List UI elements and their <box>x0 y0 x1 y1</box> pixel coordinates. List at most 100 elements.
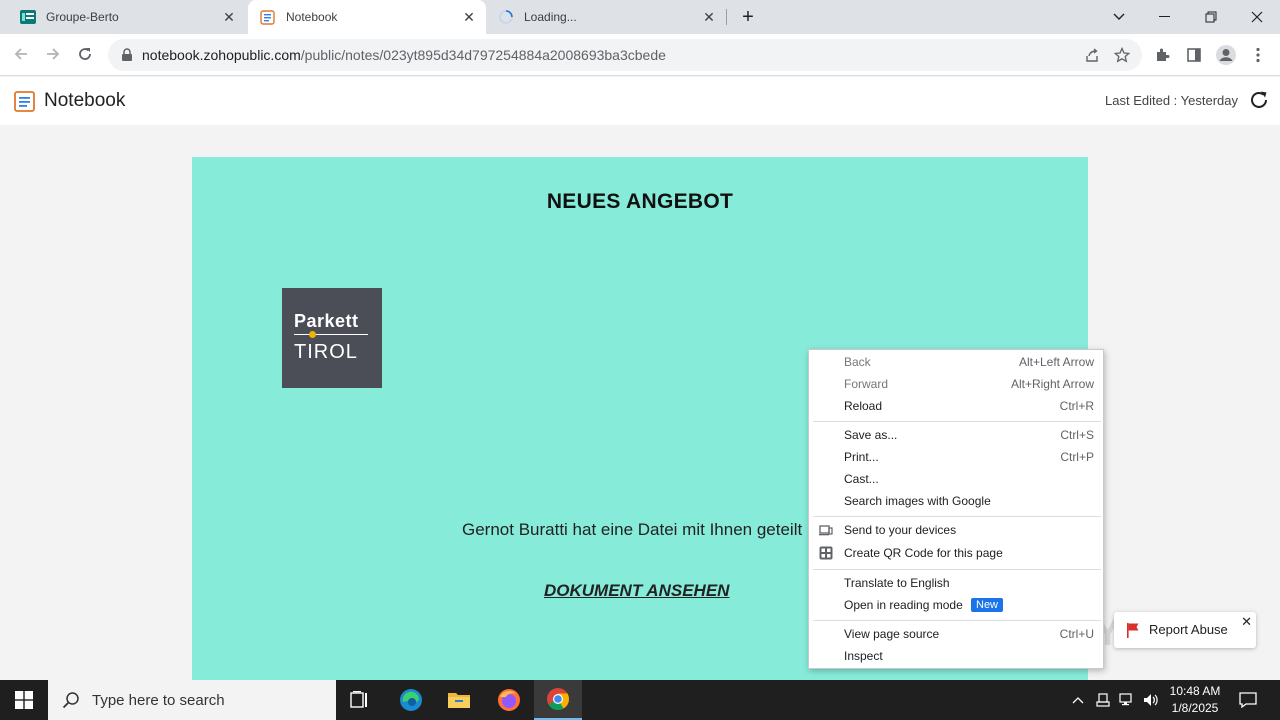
menu-separator <box>813 421 1101 422</box>
menu-item-search-images[interactable]: Search images with Google <box>809 490 1103 512</box>
menu-item-shortcut: Alt+Left Arrow <box>1018 355 1094 369</box>
share-icon[interactable] <box>1084 47 1100 63</box>
tab-loading[interactable]: Loading... ✕ <box>488 0 726 34</box>
logo-line2: TIROL <box>294 341 358 363</box>
reload-icon[interactable] <box>70 39 100 69</box>
clock-time: 10:48 AM <box>1169 684 1221 698</box>
menu-item-view-source[interactable]: View page source Ctrl+U <box>809 623 1103 645</box>
menu-item-create-qr[interactable]: Create QR Code for this page <box>809 542 1103 564</box>
share-message: Gernot Buratti hat eine Datei mit Ihnen … <box>462 520 803 539</box>
menu-item-shortcut: Ctrl+U <box>1059 627 1094 641</box>
logo-line1: Parkett <box>294 311 359 331</box>
menu-item-shortcut: Alt+Right Arrow <box>1010 377 1094 391</box>
extensions-icon[interactable] <box>1148 41 1176 69</box>
taskbar-search-box[interactable]: Type here to search <box>48 680 336 720</box>
chrome-icon[interactable] <box>534 680 582 720</box>
edge-browser-icon[interactable] <box>387 680 435 720</box>
menu-item-label: View page source <box>844 627 940 641</box>
menu-item-reading-mode[interactable]: Open in reading mode New <box>809 594 1103 616</box>
new-tab-icon[interactable]: + <box>725 0 771 34</box>
menu-item-print[interactable]: Print... Ctrl+P <box>809 446 1103 468</box>
restore-icon[interactable] <box>1188 0 1234 34</box>
usb-device-icon[interactable] <box>1092 680 1114 720</box>
menu-item-label: Open in reading mode <box>844 598 963 612</box>
url-text[interactable]: notebook.zohopublic.com/public/notes/023… <box>142 47 666 63</box>
app-header: Notebook Last Edited : Yesterday <box>0 77 1280 125</box>
close-icon[interactable]: ✕ <box>702 10 716 24</box>
tab-label: Loading... <box>524 10 577 24</box>
menu-item-label: Cast... <box>844 472 879 486</box>
tab-search-icon[interactable] <box>1096 0 1142 34</box>
report-abuse-label: Report Abuse <box>1149 622 1228 637</box>
task-view-icon[interactable] <box>336 680 384 720</box>
menu-item-back[interactable]: Back Alt+Left Arrow <box>809 351 1103 373</box>
view-document-link[interactable]: DOKUMENT ANSEHEN <box>544 581 729 601</box>
menu-item-reload[interactable]: Reload Ctrl+R <box>809 395 1103 417</box>
report-abuse-button[interactable]: Report Abuse ✕ <box>1114 612 1256 648</box>
close-icon[interactable]: ✕ <box>462 10 476 24</box>
menu-item-save-as[interactable]: Save as... Ctrl+S <box>809 424 1103 446</box>
network-icon[interactable] <box>1116 680 1138 720</box>
windows-start-icon[interactable] <box>0 680 48 720</box>
loading-spinner-icon <box>499 10 513 24</box>
close-icon[interactable]: ✕ <box>1241 614 1252 630</box>
url-host: notebook.zohopublic.com <box>142 47 301 63</box>
tab-strip: Groupe-Berto ✕ Notebook ✕ Loading... ✕ + <box>0 0 1280 34</box>
minimize-icon[interactable] <box>1142 0 1188 34</box>
flag-icon <box>1127 623 1139 638</box>
forms-icon <box>20 10 36 24</box>
menu-item-label: Search images with Google <box>844 494 991 508</box>
file-explorer-icon[interactable] <box>435 680 483 720</box>
menu-item-label: Forward <box>844 377 889 391</box>
close-icon[interactable]: ✕ <box>222 10 236 24</box>
menu-item-label: Create QR Code for this page <box>844 546 1003 560</box>
menu-item-shortcut: Ctrl+S <box>1060 428 1094 442</box>
browser-menu-icon[interactable] <box>1246 41 1270 69</box>
logo-divider <box>294 334 368 335</box>
browser-toolbar: notebook.zohopublic.com/public/notes/023… <box>0 34 1280 76</box>
last-edited-label: Last Edited : Yesterday <box>1105 93 1238 108</box>
url-path: /public/notes/023yt895d34d797254884a2008… <box>300 47 666 63</box>
show-hidden-icons-icon[interactable] <box>1068 680 1088 720</box>
logo-dot <box>309 331 316 338</box>
tab-notebook[interactable]: Notebook ✕ <box>248 0 486 34</box>
notifications-icon[interactable] <box>1236 680 1260 720</box>
parkett-tirol-logo: Parkett TIROL <box>282 288 382 388</box>
tab-label: Groupe-Berto <box>46 10 119 24</box>
menu-item-inspect[interactable]: Inspect <box>809 645 1103 667</box>
refresh-icon[interactable] <box>1248 89 1270 111</box>
new-badge: New <box>971 598 1004 612</box>
system-clock[interactable]: 10:48 AM 1/8/2025 <box>1160 683 1230 717</box>
menu-item-label: Save as... <box>844 428 898 442</box>
close-window-icon[interactable] <box>1234 0 1280 34</box>
menu-item-send-to-devices[interactable]: Send to your devices <box>809 519 1103 541</box>
firefox-icon[interactable] <box>485 680 533 720</box>
menu-separator <box>813 516 1101 517</box>
menu-item-forward[interactable]: Forward Alt+Right Arrow <box>809 373 1103 395</box>
menu-item-label: Translate to English <box>844 576 950 590</box>
qr-code-icon <box>819 546 833 560</box>
side-panel-icon[interactable] <box>1180 41 1208 69</box>
app-title: Notebook <box>44 90 126 111</box>
search-icon <box>62 692 79 709</box>
menu-item-translate[interactable]: Translate to English <box>809 572 1103 594</box>
menu-item-label: Reload <box>844 399 883 413</box>
volume-icon[interactable] <box>1140 680 1162 720</box>
bookmark-star-icon[interactable] <box>1114 47 1130 63</box>
forward-icon[interactable] <box>38 39 68 69</box>
tab-groupe-berto[interactable]: Groupe-Berto ✕ <box>8 0 246 34</box>
menu-item-cast[interactable]: Cast... <box>809 468 1103 490</box>
menu-item-label: Send to your devices <box>844 523 957 537</box>
menu-item-label: Back <box>844 355 871 369</box>
menu-separator <box>813 620 1101 621</box>
notebook-icon <box>260 10 275 25</box>
taskbar: Type here to search 10:48 AM 1/8/2025 <box>0 680 1280 720</box>
context-menu: Back Alt+Left Arrow Forward Alt+Right Ar… <box>808 349 1104 669</box>
lock-icon[interactable] <box>120 48 134 62</box>
address-bar[interactable]: notebook.zohopublic.com/public/notes/023… <box>108 39 1142 71</box>
profile-avatar-icon[interactable] <box>1212 41 1240 69</box>
menu-item-shortcut: Ctrl+R <box>1059 399 1094 413</box>
menu-separator <box>813 569 1101 570</box>
note-title: NEUES ANGEBOT <box>546 190 734 213</box>
back-icon[interactable] <box>6 39 36 69</box>
